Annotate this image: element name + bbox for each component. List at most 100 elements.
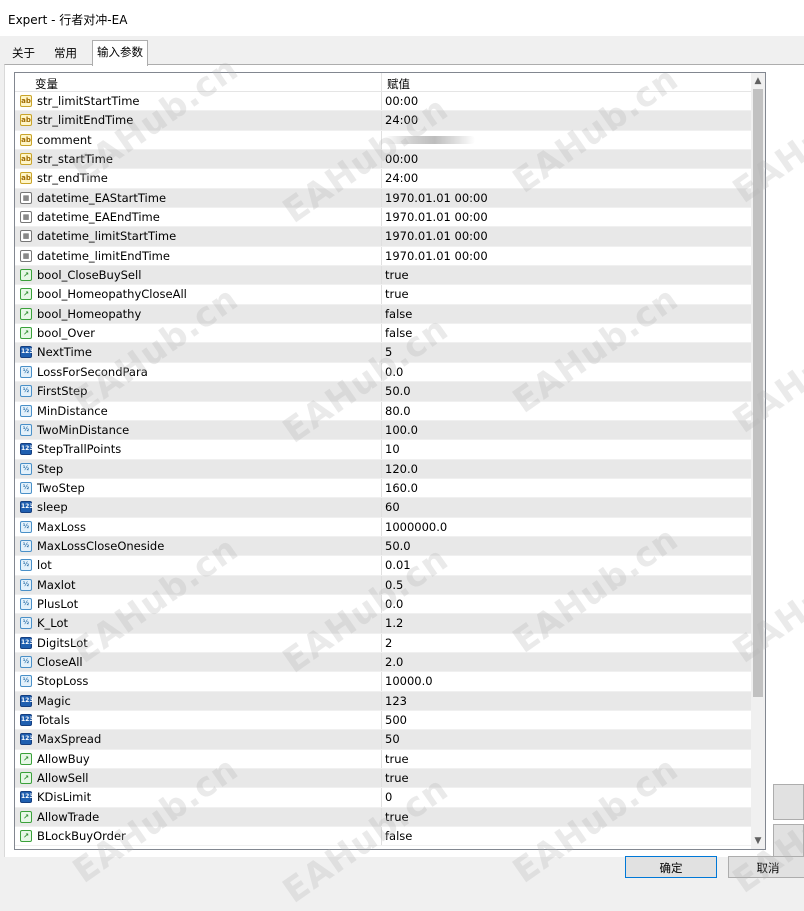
table-row[interactable]: ▦ datetime_limitStartTime 1970.01.01 00:00 <box>15 227 751 247</box>
scroll-up-arrow-icon[interactable]: ▲ <box>751 74 765 88</box>
column-divider <box>381 788 382 807</box>
table-row[interactable]: ↗ bool_HomeopathyCloseAll true <box>15 285 751 305</box>
parameter-value[interactable]: 1970.01.01 00:00 <box>385 249 488 263</box>
table-row[interactable]: ab comment <box>15 130 751 151</box>
table-row[interactable]: ½ Maxlot 0.5 <box>15 575 751 595</box>
table-row[interactable]: ab str_startTime 00:00 <box>15 150 751 170</box>
parameter-value[interactable]: true <box>385 752 409 766</box>
parameter-value[interactable]: 1970.01.01 00:00 <box>385 210 488 224</box>
parameter-value[interactable]: 2 <box>385 636 392 650</box>
table-row[interactable]: ½ TwoStep 160.0 <box>15 478 751 499</box>
column-header-value[interactable]: 赋值 <box>387 76 410 92</box>
table-row[interactable]: 123 Magic 123 <box>15 691 751 711</box>
vertical-scrollbar[interactable]: ▲ ▼ <box>751 73 765 849</box>
parameter-value[interactable]: true <box>385 268 409 282</box>
parameter-value[interactable]: 2.0 <box>385 655 403 669</box>
parameter-value[interactable]: 0 <box>385 790 392 804</box>
column-header-variable[interactable]: 变量 <box>35 76 58 92</box>
parameter-value[interactable]: 0.0 <box>385 365 403 379</box>
tab-about[interactable]: 关于 <box>8 44 39 64</box>
table-row[interactable]: ↗ BLockBuyOrder false <box>15 827 751 847</box>
parameter-value[interactable]: 50.0 <box>385 539 411 553</box>
parameter-value[interactable]: 123 <box>385 694 407 708</box>
cancel-button[interactable]: 取消 <box>728 856 804 878</box>
table-row[interactable]: ab str_limitEndTime 24:00 <box>15 111 751 131</box>
table-row[interactable]: ½ LossForSecondPara 0.0 <box>15 362 751 383</box>
column-divider <box>381 594 382 614</box>
table-row[interactable]: ½ MaxLoss 1000000.0 <box>15 517 751 537</box>
parameter-value[interactable]: 1970.01.01 00:00 <box>385 191 488 205</box>
parameter-name: Magic <box>37 693 71 708</box>
parameter-value[interactable]: true <box>385 771 409 785</box>
parameter-value[interactable]: 24:00 <box>385 171 418 185</box>
parameter-value[interactable]: 120.0 <box>385 462 418 476</box>
column-divider[interactable] <box>381 73 382 91</box>
table-row[interactable]: ½ MaxLossCloseOneside 50.0 <box>15 536 751 557</box>
parameter-value[interactable]: true <box>385 287 409 301</box>
table-row[interactable]: ½ FirstStep 50.0 <box>15 382 751 402</box>
table-row[interactable]: 123 DigitsLot 2 <box>15 633 751 653</box>
table-row[interactable]: ½ lot 0.01 <box>15 556 751 576</box>
table-row[interactable]: 123 StepTrallPoints 10 <box>15 440 751 460</box>
table-row[interactable]: ↗ AllowTrade true <box>15 807 751 828</box>
parameter-name: Step <box>37 461 64 476</box>
table-row[interactable]: ½ MinDistance 80.0 <box>15 401 751 421</box>
table-row[interactable]: ▦ datetime_EAStartTime 1970.01.01 00:00 <box>15 188 751 209</box>
table-row[interactable]: ▦ datetime_limitEndTime 1970.01.01 00:00 <box>15 246 751 267</box>
parameter-value[interactable]: 60 <box>385 500 400 514</box>
table-row[interactable]: ½ CloseAll 2.0 <box>15 652 751 673</box>
table-row[interactable]: ½ TwoMinDistance 100.0 <box>15 420 751 441</box>
parameter-value[interactable]: 00:00 <box>385 152 418 166</box>
parameter-value[interactable]: 10000.0 <box>385 674 433 688</box>
parameter-value[interactable] <box>385 133 475 147</box>
parameter-name: CloseAll <box>37 654 83 669</box>
parameter-value[interactable]: false <box>385 326 412 340</box>
table-row[interactable]: ↗ bool_Over false <box>15 324 751 344</box>
parameter-value[interactable]: 1970.01.01 00:00 <box>385 229 488 243</box>
scroll-down-arrow-icon[interactable]: ▼ <box>751 834 765 848</box>
tab-common[interactable]: 常用 <box>50 44 81 64</box>
table-row[interactable]: 123 MaxSpread 50 <box>15 730 751 750</box>
parameter-value[interactable]: 0.0 <box>385 597 403 611</box>
parameter-value[interactable]: 1000000.0 <box>385 520 447 534</box>
scrollbar-thumb[interactable] <box>753 89 763 697</box>
parameter-value[interactable]: 0.01 <box>385 558 411 572</box>
side-button-lower[interactable] <box>773 824 804 860</box>
table-row[interactable]: ½ StopLoss 10000.0 <box>15 672 751 692</box>
parameter-value[interactable]: true <box>385 810 409 824</box>
table-row[interactable]: ↗ AllowBuy true <box>15 749 751 770</box>
table-row[interactable]: ▦ datetime_EAEndTime 1970.01.01 00:00 <box>15 208 751 228</box>
parameter-value[interactable]: 00:00 <box>385 94 418 108</box>
table-row[interactable]: 123 NextTime 5 <box>15 343 751 363</box>
table-row[interactable]: ½ Step 120.0 <box>15 459 751 479</box>
double-type-icon: ½ <box>20 617 32 630</box>
parameter-value[interactable]: 10 <box>385 442 400 456</box>
table-row[interactable]: ab str_limitStartTime 00:00 <box>15 92 751 112</box>
parameter-value[interactable]: 50 <box>385 732 400 746</box>
table-row[interactable]: 123 sleep 60 <box>15 498 751 518</box>
ok-button[interactable]: 确定 <box>625 856 717 878</box>
parameter-value[interactable]: false <box>385 307 412 321</box>
parameter-value[interactable]: 24:00 <box>385 113 418 127</box>
parameter-value[interactable]: 5 <box>385 345 392 359</box>
parameter-value[interactable]: 100.0 <box>385 423 418 437</box>
side-button-upper[interactable] <box>773 784 804 820</box>
parameter-value[interactable]: 0.5 <box>385 578 403 592</box>
table-row[interactable]: ab str_endTime 24:00 <box>15 169 751 189</box>
parameter-value[interactable]: 50.0 <box>385 384 411 398</box>
table-row[interactable]: ½ K_Lot 1.2 <box>15 614 751 634</box>
parameter-value[interactable]: 160.0 <box>385 481 418 495</box>
parameter-value[interactable]: 1.2 <box>385 616 403 630</box>
tab-input-parameters[interactable]: 输入参数 <box>92 40 148 66</box>
bool-type-icon: ↗ <box>20 327 32 340</box>
parameter-value[interactable]: false <box>385 829 412 843</box>
table-row[interactable]: ↗ bool_Homeopathy false <box>15 304 751 325</box>
parameter-value[interactable]: 80.0 <box>385 404 411 418</box>
parameter-value[interactable]: 500 <box>385 713 407 727</box>
table-row[interactable]: 123 Totals 500 <box>15 711 751 731</box>
column-divider <box>381 130 382 150</box>
table-row[interactable]: ↗ bool_CloseBuySell true <box>15 266 751 286</box>
table-row[interactable]: ↗ AllowSell true <box>15 769 751 789</box>
table-row[interactable]: ½ PlusLot 0.0 <box>15 594 751 615</box>
table-row[interactable]: 123 KDisLimit 0 <box>15 788 751 808</box>
